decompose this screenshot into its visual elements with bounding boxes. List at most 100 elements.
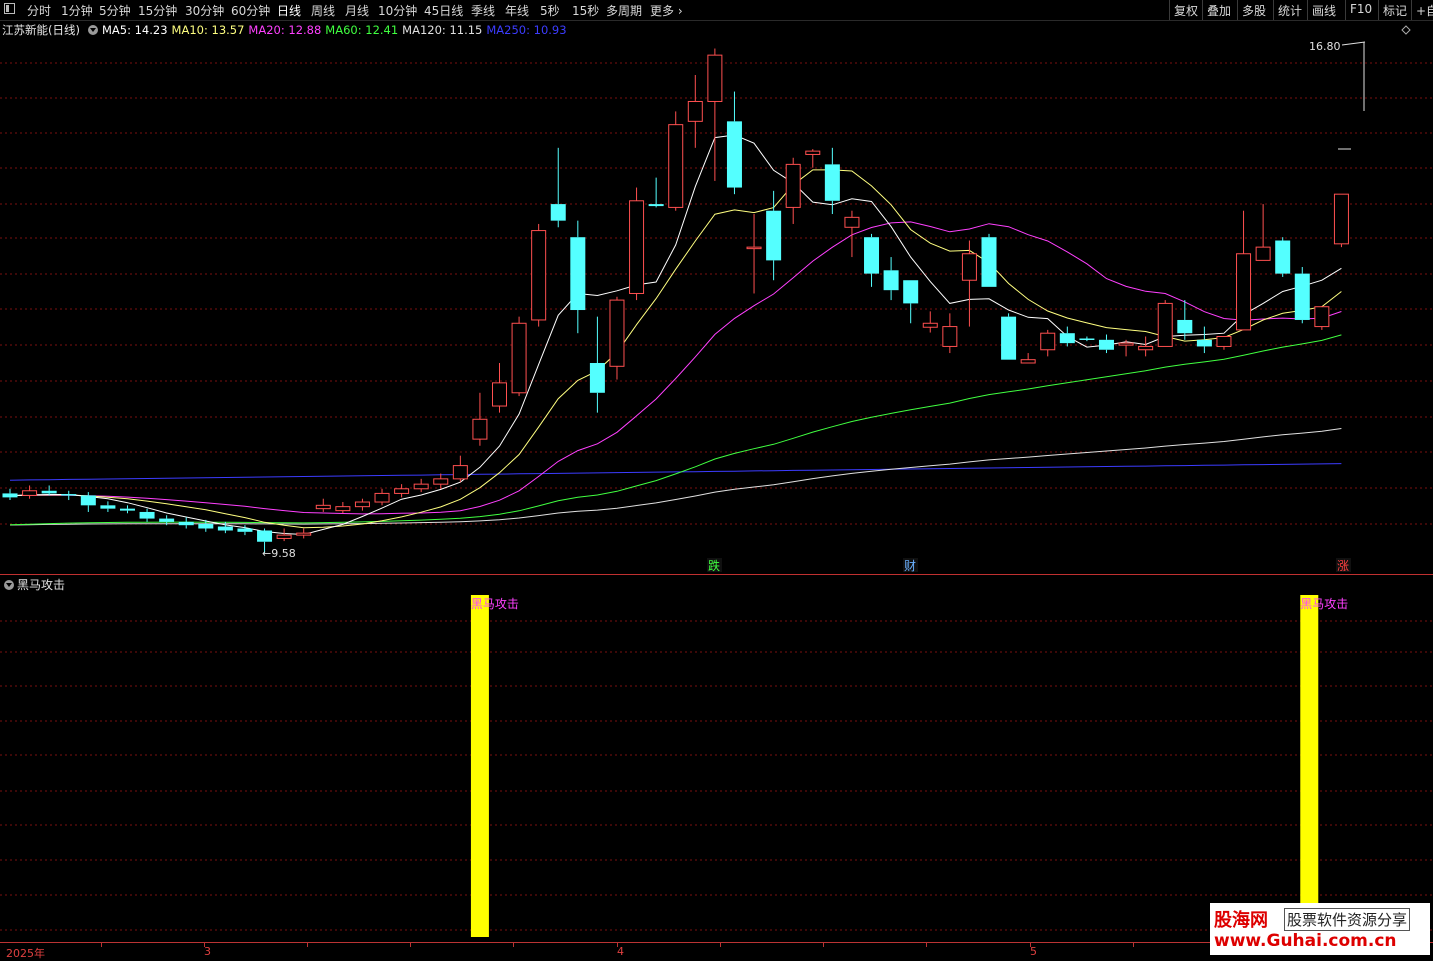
candle[interactable] (1079, 336, 1095, 342)
candle[interactable] (883, 257, 899, 301)
candle[interactable] (589, 316, 605, 413)
candle[interactable] (1040, 329, 1056, 357)
candle[interactable] (1020, 353, 1036, 364)
signal-bar[interactable] (1300, 595, 1319, 937)
candle[interactable] (354, 498, 370, 511)
candle[interactable] (531, 223, 547, 327)
candle[interactable] (1236, 210, 1252, 331)
event-marker-0[interactable]: 跌 (708, 558, 720, 573)
period-tab-1[interactable]: 1分钟 (61, 2, 93, 19)
candle[interactable] (1177, 300, 1193, 340)
panel-toggle-icon[interactable] (4, 3, 15, 14)
period-tab-15[interactable]: 多周期 (606, 2, 642, 19)
period-tab-5[interactable]: 60分钟 (231, 2, 270, 19)
candle[interactable] (785, 157, 801, 224)
candle[interactable] (178, 517, 194, 529)
candle[interactable] (1333, 193, 1349, 248)
candle[interactable] (413, 478, 429, 493)
candle[interactable] (687, 75, 703, 148)
candle[interactable] (961, 240, 977, 327)
candle[interactable] (922, 311, 938, 333)
toolbar-button-3[interactable]: 统计 (1278, 2, 1302, 19)
candle[interactable] (1196, 326, 1212, 354)
candle[interactable] (1059, 326, 1075, 347)
candle[interactable] (707, 48, 723, 181)
candle[interactable] (472, 392, 488, 446)
candle[interactable] (61, 490, 77, 501)
candle[interactable] (2, 488, 18, 501)
date-label-2: 4 (617, 945, 624, 958)
event-marker-2[interactable]: 涨 (1337, 558, 1349, 573)
candle[interactable] (452, 455, 468, 483)
candle[interactable] (276, 528, 292, 542)
toolbar-button-5[interactable]: F10 (1350, 2, 1372, 16)
candle[interactable] (1216, 336, 1232, 350)
candle[interactable] (726, 91, 742, 195)
diamond-icon[interactable] (1401, 25, 1411, 35)
toolbar-button-2[interactable]: 多股 (1242, 2, 1266, 19)
candle[interactable] (492, 362, 507, 413)
candle[interactable] (942, 313, 958, 354)
period-tab-3[interactable]: 15分钟 (138, 2, 177, 19)
candle[interactable] (570, 220, 586, 334)
candle[interactable] (1314, 306, 1330, 330)
candle[interactable] (511, 316, 527, 397)
period-tab-10[interactable]: 45日线 (424, 2, 463, 19)
candle[interactable] (903, 280, 919, 324)
toolbar-button-4[interactable]: 画线 (1312, 2, 1336, 19)
candle[interactable] (1138, 336, 1154, 357)
date-tick (926, 943, 927, 947)
period-tab-14[interactable]: 15秒 (572, 2, 599, 19)
period-tab-9[interactable]: 10分钟 (378, 2, 417, 19)
candle[interactable] (648, 177, 664, 208)
candle[interactable] (374, 488, 390, 506)
candle[interactable] (1001, 313, 1017, 360)
event-marker-1[interactable]: 财 (904, 559, 916, 573)
period-tab-12[interactable]: 年线 (505, 2, 529, 19)
candle[interactable] (766, 190, 782, 281)
candle[interactable] (1275, 237, 1291, 277)
period-tab-16[interactable]: 更多 › (650, 2, 683, 19)
candle[interactable] (864, 233, 880, 287)
candle[interactable] (41, 485, 57, 496)
candle[interactable] (805, 149, 821, 168)
toolbar-button-6[interactable]: 标记 (1383, 2, 1407, 19)
candle[interactable] (629, 187, 645, 301)
candle[interactable] (119, 505, 135, 514)
candle[interactable] (296, 528, 312, 539)
candle[interactable] (1157, 300, 1173, 347)
candle[interactable] (433, 473, 449, 489)
signal-bar[interactable] (470, 595, 489, 937)
kline-chart[interactable]: 16.80 ←9.58 跌 财 涨 (0, 20, 1433, 575)
candle[interactable] (1098, 334, 1114, 354)
candle[interactable] (335, 502, 351, 514)
candle[interactable] (550, 147, 566, 228)
period-tab-7[interactable]: 周线 (311, 2, 335, 19)
candle[interactable] (394, 484, 410, 498)
period-tab-8[interactable]: 月线 (345, 2, 369, 19)
toolbar-button-0[interactable]: 复权 (1174, 2, 1198, 19)
indicator-menu-icon[interactable] (4, 580, 14, 590)
period-tab-13[interactable]: 5秒 (540, 2, 560, 19)
toolbar-button-7[interactable]: +自 (1416, 2, 1433, 19)
period-tab-0[interactable]: 分时 (27, 2, 51, 19)
candle[interactable] (100, 501, 116, 512)
candle[interactable] (746, 214, 762, 294)
period-tab-4[interactable]: 30分钟 (185, 2, 224, 19)
candle[interactable] (668, 111, 684, 211)
candle[interactable] (1294, 266, 1310, 324)
period-tab-6[interactable]: 日线 (277, 2, 301, 19)
candle[interactable] (981, 233, 997, 287)
candle[interactable] (1255, 204, 1271, 261)
candle[interactable] (315, 498, 331, 512)
toolbar-divider (1345, 0, 1346, 20)
candle[interactable] (22, 485, 38, 499)
toolbar-button-1[interactable]: 叠加 (1207, 2, 1231, 19)
candle[interactable] (139, 508, 155, 522)
period-tab-11[interactable]: 季线 (471, 2, 495, 19)
candle[interactable] (844, 210, 860, 258)
period-tab-2[interactable]: 5分钟 (99, 2, 131, 19)
indicator-chart[interactable]: 黑马攻击 黑马攻击 (0, 592, 1433, 942)
candle[interactable] (609, 296, 625, 380)
indicator-title[interactable]: 黑马攻击 (17, 578, 65, 592)
